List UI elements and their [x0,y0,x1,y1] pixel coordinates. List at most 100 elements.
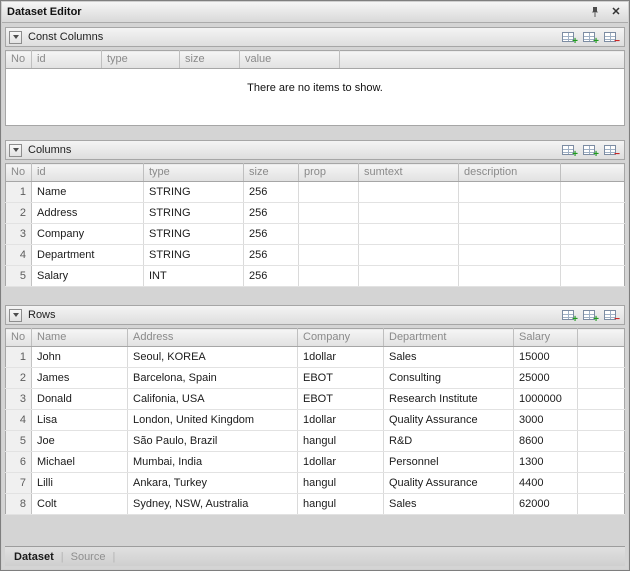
data-cell[interactable]: Barcelona, Spain [128,368,298,389]
column-header[interactable]: Address [128,329,298,347]
data-cell[interactable]: STRING [144,203,244,224]
add-row-icon[interactable]: + [561,308,578,323]
column-header[interactable]: value [240,51,340,69]
data-cell[interactable]: 3000 [514,410,578,431]
data-cell[interactable]: London, United Kingdom [128,410,298,431]
row-number-cell[interactable]: 2 [6,203,32,224]
data-cell[interactable]: Sales [384,494,514,515]
column-header[interactable]: size [180,51,240,69]
row-number-cell[interactable]: 4 [6,245,32,266]
data-cell[interactable]: 256 [244,224,299,245]
data-cell[interactable]: Quality Assurance [384,410,514,431]
data-cell[interactable]: hangul [298,431,384,452]
data-cell[interactable]: Research Institute [384,389,514,410]
row-number-header[interactable]: No [6,329,32,347]
data-cell[interactable]: Personnel [384,452,514,473]
table-row[interactable]: 1NameSTRING256 [6,182,625,203]
data-cell[interactable]: James [32,368,128,389]
data-cell[interactable]: Mumbai, India [128,452,298,473]
collapse-icon[interactable] [9,144,22,157]
add-row-icon[interactable]: + [561,143,578,158]
insert-row-icon[interactable]: + [582,143,599,158]
delete-row-icon[interactable]: − [603,30,620,45]
insert-row-icon[interactable]: + [582,30,599,45]
column-header[interactable]: Department [384,329,514,347]
data-cell[interactable]: EBOT [298,389,384,410]
data-cell[interactable]: 1dollar [298,410,384,431]
data-cell[interactable]: Sales [384,347,514,368]
data-cell[interactable]: 256 [244,266,299,287]
data-cell[interactable]: STRING [144,224,244,245]
column-header[interactable]: Name [32,329,128,347]
data-cell[interactable] [359,224,459,245]
data-cell[interactable] [359,203,459,224]
collapse-icon[interactable] [9,309,22,322]
column-header[interactable]: type [102,51,180,69]
data-cell[interactable]: Seoul, KOREA [128,347,298,368]
data-cell[interactable] [299,245,359,266]
delete-row-icon[interactable]: − [603,143,620,158]
table-row[interactable]: 8ColtSydney, NSW, AustraliahangulSales62… [6,494,625,515]
data-cell[interactable]: Califonia, USA [128,389,298,410]
data-cell[interactable]: INT [144,266,244,287]
delete-row-icon[interactable]: − [603,308,620,323]
column-header[interactable]: prop [299,164,359,182]
data-cell[interactable]: EBOT [298,368,384,389]
data-cell[interactable]: Address [32,203,144,224]
data-cell[interactable]: hangul [298,494,384,515]
data-cell[interactable]: Consulting [384,368,514,389]
data-cell[interactable]: Colt [32,494,128,515]
data-cell[interactable]: John [32,347,128,368]
data-cell[interactable]: Quality Assurance [384,473,514,494]
data-cell[interactable]: 8600 [514,431,578,452]
data-cell[interactable]: 25000 [514,368,578,389]
data-cell[interactable]: R&D [384,431,514,452]
row-number-cell[interactable]: 3 [6,224,32,245]
data-cell[interactable]: Salary [32,266,144,287]
row-number-cell[interactable]: 4 [6,410,32,431]
data-cell[interactable]: 1dollar [298,347,384,368]
table-row[interactable]: 4DepartmentSTRING256 [6,245,625,266]
row-number-cell[interactable]: 6 [6,452,32,473]
data-cell[interactable]: 15000 [514,347,578,368]
row-number-header[interactable]: No [6,51,32,69]
data-cell[interactable]: 4400 [514,473,578,494]
data-cell[interactable]: 1300 [514,452,578,473]
data-cell[interactable] [359,182,459,203]
column-header[interactable]: Salary [514,329,578,347]
column-header[interactable]: sumtext [359,164,459,182]
column-header[interactable]: Company [298,329,384,347]
tab-source[interactable]: Source [71,551,106,563]
data-cell[interactable]: Donald [32,389,128,410]
table-row[interactable]: 7LilliAnkara, TurkeyhangulQuality Assura… [6,473,625,494]
data-cell[interactable]: STRING [144,245,244,266]
column-header[interactable]: type [144,164,244,182]
data-cell[interactable]: 62000 [514,494,578,515]
data-cell[interactable] [459,224,561,245]
table-row[interactable]: 5JoeSão Paulo, BrazilhangulR&D8600 [6,431,625,452]
row-number-cell[interactable]: 2 [6,368,32,389]
row-number-cell[interactable]: 7 [6,473,32,494]
data-cell[interactable]: Lisa [32,410,128,431]
data-cell[interactable]: hangul [298,473,384,494]
data-cell[interactable] [299,182,359,203]
table-row[interactable]: 3CompanySTRING256 [6,224,625,245]
data-cell[interactable] [299,266,359,287]
data-cell[interactable]: 256 [244,182,299,203]
data-cell[interactable] [459,182,561,203]
row-number-cell[interactable]: 1 [6,182,32,203]
row-number-cell[interactable]: 1 [6,347,32,368]
data-cell[interactable]: Lilli [32,473,128,494]
column-header[interactable]: id [32,51,102,69]
table-row[interactable]: 6MichaelMumbai, India1dollarPersonnel130… [6,452,625,473]
tab-dataset[interactable]: Dataset [14,551,54,563]
data-cell[interactable]: São Paulo, Brazil [128,431,298,452]
column-header[interactable]: description [459,164,561,182]
data-cell[interactable] [359,266,459,287]
data-cell[interactable]: 1000000 [514,389,578,410]
table-row[interactable]: 1JohnSeoul, KOREA1dollarSales15000 [6,347,625,368]
row-number-cell[interactable]: 3 [6,389,32,410]
data-cell[interactable] [459,245,561,266]
row-number-cell[interactable]: 8 [6,494,32,515]
column-header[interactable]: id [32,164,144,182]
